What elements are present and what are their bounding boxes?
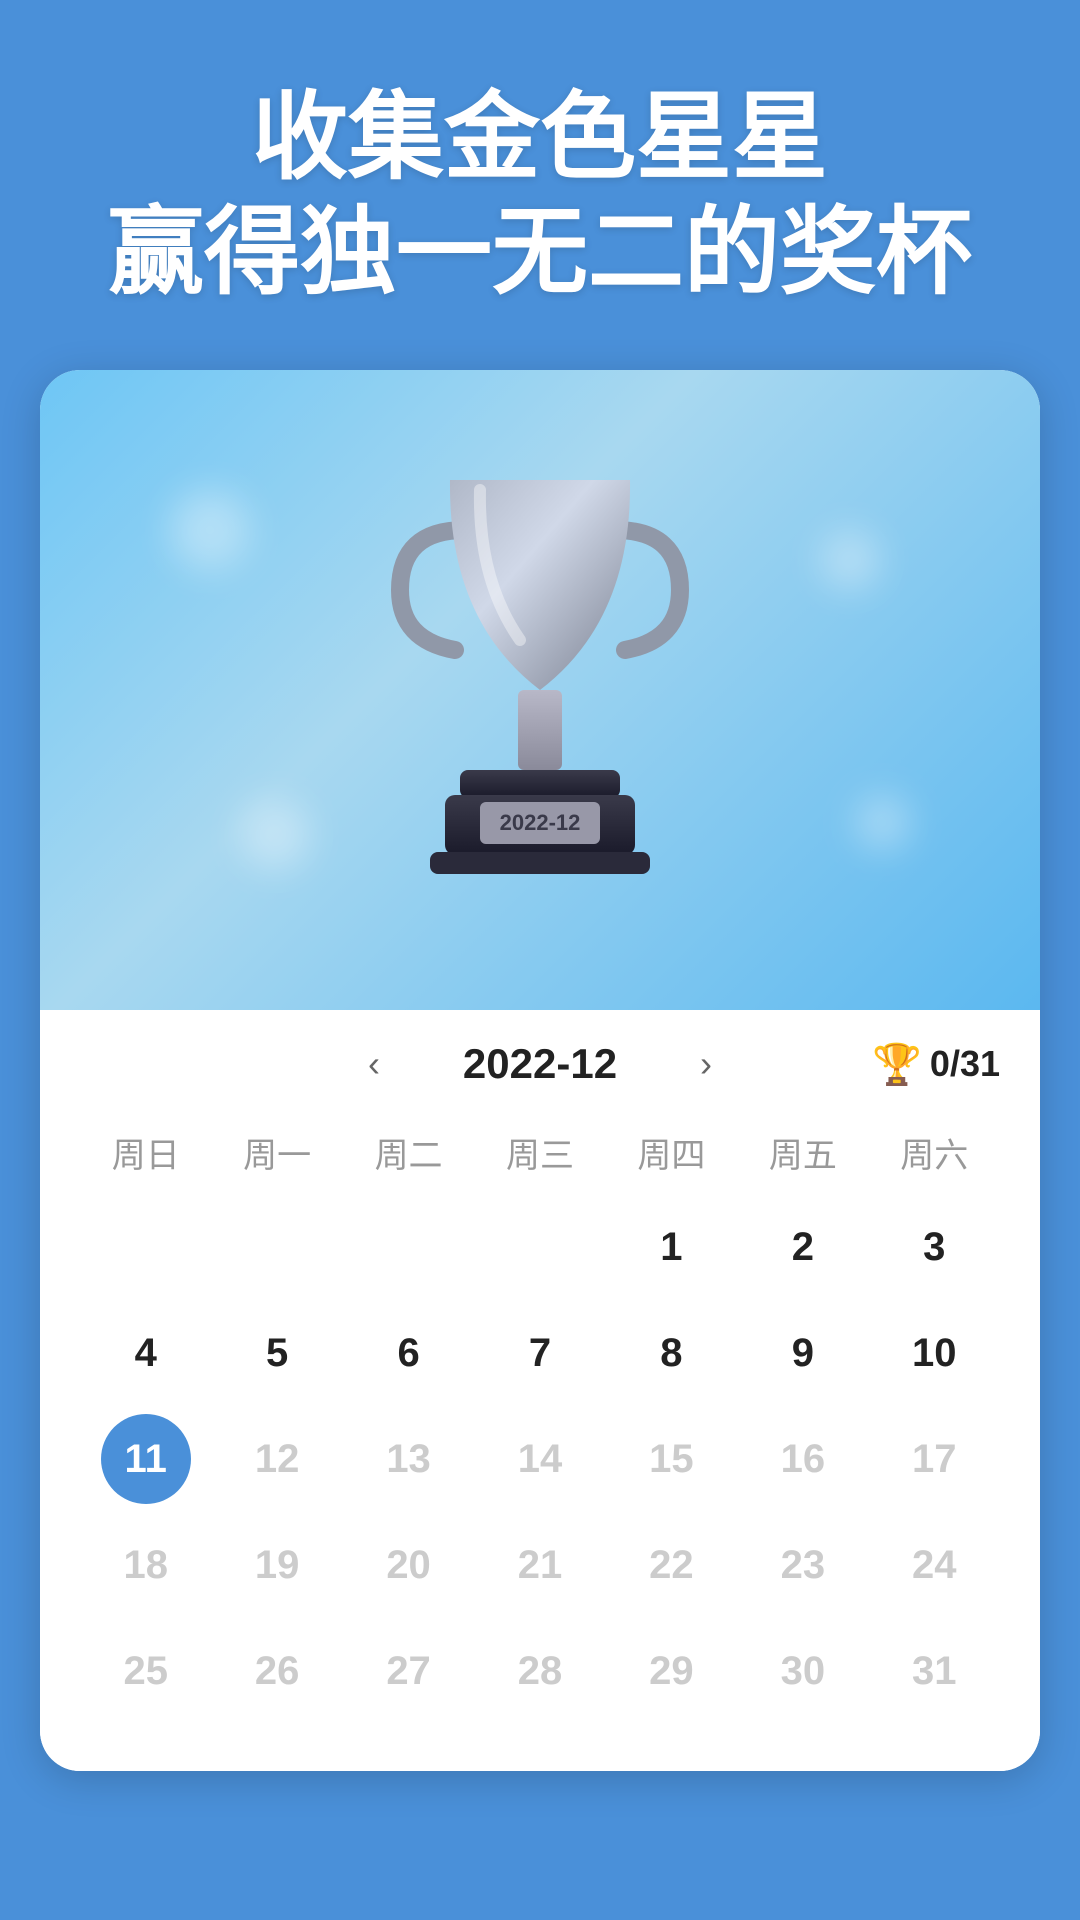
calendar-nav: ‹ 2022-12 › 🏆 0/31 (80, 1040, 1000, 1088)
trophy-count: 0/31 (930, 1043, 1000, 1085)
day-cell[interactable]: 23 (737, 1515, 868, 1615)
day-cell[interactable]: 30 (737, 1621, 868, 1721)
next-month-button[interactable]: › (670, 1043, 742, 1085)
day-cell[interactable]: 21 (474, 1515, 605, 1615)
day-cell[interactable]: 6 (343, 1303, 474, 1403)
day-cell[interactable]: 5 (211, 1303, 342, 1403)
day-cell[interactable]: 20 (343, 1515, 474, 1615)
month-label: 2022-12 (410, 1040, 670, 1088)
day-cell[interactable]: 2 (737, 1197, 868, 1297)
day-cell[interactable]: 28 (474, 1621, 605, 1721)
day-cell[interactable]: 22 (606, 1515, 737, 1615)
trophy-icon: 2022-12 (370, 440, 710, 940)
day-cell[interactable]: 31 (869, 1621, 1000, 1721)
day-cell[interactable]: 9 (737, 1303, 868, 1403)
weekday-label: 周二 (343, 1118, 474, 1187)
weekday-label: 周四 (606, 1118, 737, 1187)
weekday-label: 周三 (474, 1118, 605, 1187)
day-cell[interactable]: 14 (474, 1409, 605, 1509)
trophy-badge: 🏆 0/31 (872, 1041, 1000, 1088)
day-cell (343, 1197, 474, 1297)
day-cell (80, 1197, 211, 1297)
header: 收集金色星星 赢得独一无二的奖杯 (0, 0, 1080, 370)
day-cell[interactable]: 3 (869, 1197, 1000, 1297)
weekday-label: 周日 (80, 1118, 211, 1187)
trophy-container: 2022-12 (370, 440, 710, 940)
day-cell[interactable]: 13 (343, 1409, 474, 1509)
day-cell[interactable]: 4 (80, 1303, 211, 1403)
main-card: 2022-12 ‹ 2022-12 › 🏆 0/31 周日周一周二周三周四周五周… (40, 370, 1040, 1771)
day-cell[interactable]: 29 (606, 1621, 737, 1721)
glow-orb-top-left (170, 490, 250, 570)
trophy-badge-icon: 🏆 (872, 1041, 922, 1088)
glow-orb-top-right (820, 530, 880, 590)
calendar-section: ‹ 2022-12 › 🏆 0/31 周日周一周二周三周四周五周六 123456… (40, 1010, 1040, 1771)
days-grid: 1234567891011121314151617181920212223242… (80, 1197, 1000, 1721)
header-line1: 收集金色星星 (0, 80, 1080, 195)
prev-month-button[interactable]: ‹ (338, 1043, 410, 1085)
day-cell[interactable]: 7 (474, 1303, 605, 1403)
day-cell[interactable]: 10 (869, 1303, 1000, 1403)
day-cell (474, 1197, 605, 1297)
svg-text:2022-12: 2022-12 (500, 810, 581, 835)
weekday-label: 周六 (869, 1118, 1000, 1187)
weekday-label: 周五 (737, 1118, 868, 1187)
day-cell[interactable]: 16 (737, 1409, 868, 1509)
day-cell[interactable]: 17 (869, 1409, 1000, 1509)
weekdays-header: 周日周一周二周三周四周五周六 (80, 1118, 1000, 1187)
glow-orb-bottom-right (855, 795, 910, 850)
day-cell[interactable]: 12 (211, 1409, 342, 1509)
day-cell[interactable]: 11 (80, 1409, 211, 1509)
header-line2: 赢得独一无二的奖杯 (0, 195, 1080, 310)
day-cell[interactable]: 18 (80, 1515, 211, 1615)
day-cell[interactable]: 1 (606, 1197, 737, 1297)
trophy-section: 2022-12 (40, 370, 1040, 1010)
day-cell[interactable]: 15 (606, 1409, 737, 1509)
day-cell[interactable]: 8 (606, 1303, 737, 1403)
glow-orb-bottom-left (240, 800, 310, 870)
day-cell[interactable]: 25 (80, 1621, 211, 1721)
day-cell[interactable]: 27 (343, 1621, 474, 1721)
day-cell (211, 1197, 342, 1297)
weekday-label: 周一 (211, 1118, 342, 1187)
day-cell[interactable]: 26 (211, 1621, 342, 1721)
day-cell[interactable]: 24 (869, 1515, 1000, 1615)
day-cell[interactable]: 19 (211, 1515, 342, 1615)
